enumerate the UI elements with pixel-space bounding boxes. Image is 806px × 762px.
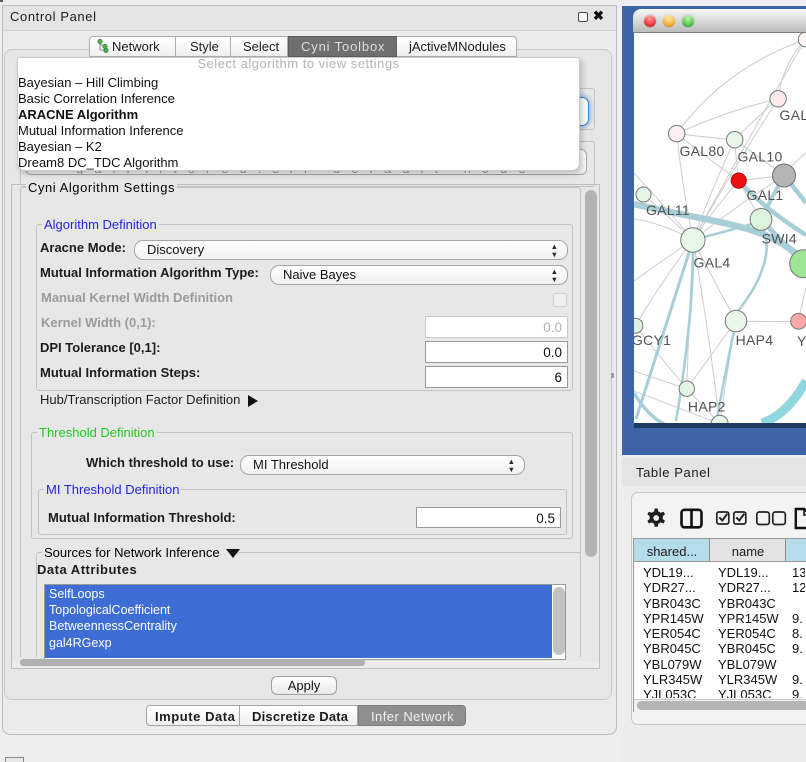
svg-text:GAL1: GAL1 [747, 187, 784, 203]
svg-text:GAL80: GAL80 [679, 143, 724, 159]
svg-text:GAL10: GAL10 [737, 149, 782, 165]
svg-text:HAP4: HAP4 [736, 332, 774, 348]
svg-text:GAL4: GAL4 [694, 254, 731, 270]
svg-text:GAL11: GAL11 [646, 202, 690, 218]
svg-text:YJ: YJ [797, 333, 806, 349]
svg-text:GAL2: GAL2 [780, 107, 806, 123]
svg-text:SWI4: SWI4 [762, 230, 797, 246]
svg-text:HAP2: HAP2 [688, 398, 726, 414]
svg-text:GCY1: GCY1 [634, 332, 671, 348]
